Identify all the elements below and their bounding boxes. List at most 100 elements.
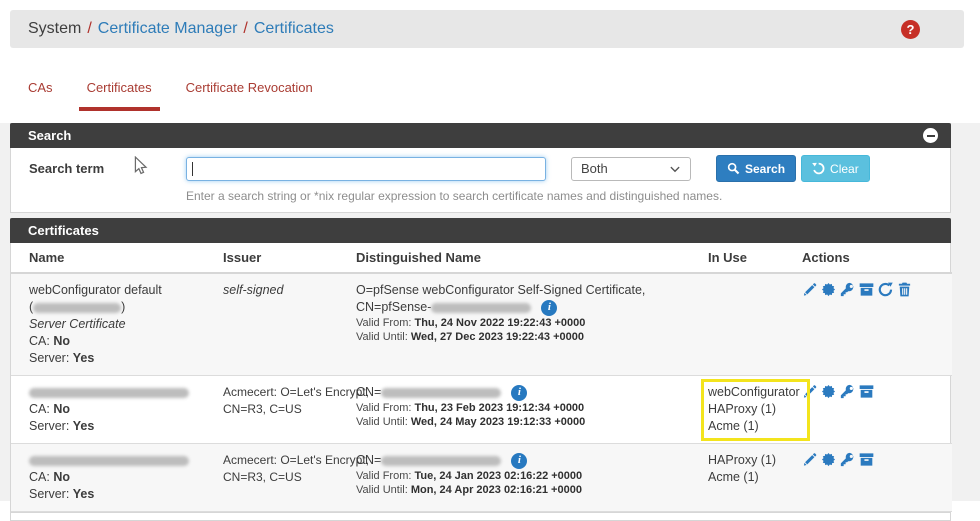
edit-icon[interactable] <box>802 282 817 297</box>
export-key-icon[interactable] <box>840 282 855 297</box>
cert-issuer-line2: CN=R3, C=US <box>223 402 302 416</box>
cert-server-flag: Server: Yes <box>29 351 95 365</box>
cert-dn-line1: O=pfSense webConfigurator Self-Signed Ce… <box>356 283 646 297</box>
table-row: CA: No Server: Yes Acmecert: O=Let's Enc… <box>11 375 952 444</box>
export-key-icon[interactable] <box>840 384 855 399</box>
cert-type: Server Certificate <box>29 317 126 331</box>
column-header-name: Name <box>11 243 213 274</box>
cert-issuer: self-signed <box>223 283 284 297</box>
cert-ca-flag: CA: No <box>29 402 70 416</box>
cert-issuer-line1: Acmecert: O=Let's Encrypt, <box>223 385 370 399</box>
certificates-panel-header: Certificates <box>10 218 951 243</box>
info-icon[interactable]: i <box>541 299 558 316</box>
cert-dn-line1: CN= i <box>356 452 688 469</box>
export-p12-icon[interactable] <box>859 452 874 467</box>
redacted-text <box>29 387 189 398</box>
search-button[interactable]: Search <box>716 155 797 182</box>
text-caret <box>192 161 193 176</box>
chevron-down-icon <box>669 163 681 175</box>
cert-dn-line2: CN=pfSense-i <box>356 299 688 316</box>
valid-from: Valid From: Tue, 24 Jan 2023 02:16:22 +0… <box>356 470 583 482</box>
search-panel-body: Search term Both Search Clear Enter a se… <box>11 148 950 212</box>
export-p12-icon[interactable] <box>859 282 874 297</box>
breadcrumb-link-certificates[interactable]: Certificates <box>254 20 334 38</box>
table-row: CA: No Server: Yes Acmecert: O=Let's Enc… <box>11 443 952 512</box>
redacted-text <box>29 455 189 466</box>
export-key-icon[interactable] <box>840 452 855 467</box>
tab-bar: CAs Certificates Certificate Revocation <box>28 80 313 111</box>
edit-icon[interactable] <box>802 384 817 399</box>
collapse-minus-icon[interactable] <box>923 128 938 143</box>
certificates-table: Name Issuer Distinguished Name In Use Ac… <box>11 243 952 512</box>
redacted-text <box>381 455 502 466</box>
search-panel: Search Search term Both Search Clear Ent… <box>10 123 951 213</box>
cert-name-redacted <box>29 452 203 469</box>
search-panel-title: Search <box>28 128 72 143</box>
cert-name-redacted: () <box>29 300 126 314</box>
valid-until: Valid Until: Mon, 24 Apr 2023 02:16:21 +… <box>356 484 582 496</box>
actions-cell <box>802 384 942 399</box>
info-icon[interactable]: i <box>511 384 528 401</box>
search-scope-select[interactable]: Both <box>571 156 691 181</box>
export-certificate-icon[interactable] <box>821 282 836 297</box>
breadcrumb-section: System <box>28 20 82 37</box>
search-scope-value: Both <box>581 161 608 176</box>
column-header-actions: Actions <box>798 243 952 274</box>
search-button-label: Search <box>745 161 786 176</box>
certificates-panel-title: Certificates <box>28 223 99 238</box>
breadcrumb: System / Certificate Manager / Certifica… <box>10 10 964 48</box>
valid-until: Valid Until: Wed, 24 May 2023 19:12:33 +… <box>356 416 586 428</box>
in-use-cell: webConfigurator HAProxy (1) Acme (1) <box>698 375 810 444</box>
search-icon <box>727 162 740 175</box>
search-input[interactable] <box>186 156 546 181</box>
tab-cas[interactable]: CAs <box>28 80 53 105</box>
in-use-item: HAProxy (1) <box>708 402 777 416</box>
certificates-panel: Certificates Name Issuer Distinguished N… <box>10 218 952 513</box>
valid-from: Valid From: Thu, 24 Nov 2022 19:22:43 +0… <box>356 317 586 329</box>
search-panel-header: Search <box>10 123 951 148</box>
valid-until: Valid Until: Wed, 27 Dec 2023 19:22:43 +… <box>356 331 584 343</box>
export-p12-icon[interactable] <box>859 384 874 399</box>
breadcrumb-link-certificate-manager[interactable]: Certificate Manager <box>98 20 238 38</box>
redacted-text <box>431 302 532 313</box>
search-term-label: Search term <box>29 161 105 176</box>
edit-icon[interactable] <box>802 452 817 467</box>
clear-button-label: Clear <box>830 161 859 176</box>
renew-icon[interactable] <box>878 282 893 297</box>
search-help-text: Enter a search string or *nix regular ex… <box>186 189 723 203</box>
undo-icon <box>812 162 825 175</box>
export-certificate-icon[interactable] <box>821 452 836 467</box>
cert-issuer-line1: Acmecert: O=Let's Encrypt, <box>223 453 370 467</box>
tab-certificates[interactable]: Certificates <box>78 80 160 111</box>
column-header-in-use: In Use <box>698 243 798 274</box>
column-header-dn: Distinguished Name <box>346 243 698 274</box>
in-use-cell <box>698 273 798 376</box>
table-row: webConfigurator default () Server Certif… <box>11 273 952 376</box>
in-use-item: HAProxy (1) <box>708 453 777 467</box>
help-icon[interactable]: ? <box>901 19 920 39</box>
actions-cell <box>802 282 942 297</box>
info-icon[interactable]: i <box>511 452 528 469</box>
table-header-row: Name Issuer Distinguished Name In Use Ac… <box>11 243 952 274</box>
cert-name: webConfigurator default <box>29 283 162 297</box>
cert-name-redacted <box>29 384 203 401</box>
column-header-issuer: Issuer <box>213 243 346 274</box>
cert-issuer-line2: CN=R3, C=US <box>223 470 302 484</box>
content-area: Search Search term Both Search Clear Ent… <box>0 123 980 521</box>
cert-ca-flag: CA: No <box>29 334 70 348</box>
redacted-text <box>33 302 122 313</box>
cert-ca-flag: CA: No <box>29 470 70 484</box>
tab-certificate-revocation[interactable]: Certificate Revocation <box>186 80 313 105</box>
cert-dn-line1: CN= i <box>356 384 688 401</box>
actions-cell <box>802 452 942 467</box>
delete-icon[interactable] <box>897 282 912 297</box>
cert-server-flag: Server: Yes <box>29 419 95 433</box>
in-use-item: webConfigurator <box>708 385 800 399</box>
export-certificate-icon[interactable] <box>821 384 836 399</box>
valid-from: Valid From: Thu, 23 Feb 2023 19:12:34 +0… <box>356 402 585 414</box>
in-use-cell: HAProxy (1) Acme (1) <box>698 443 798 512</box>
cert-server-flag: Server: Yes <box>29 487 95 501</box>
clear-button[interactable]: Clear <box>801 155 870 182</box>
next-row-partial <box>10 513 951 521</box>
in-use-item: Acme (1) <box>708 470 759 484</box>
